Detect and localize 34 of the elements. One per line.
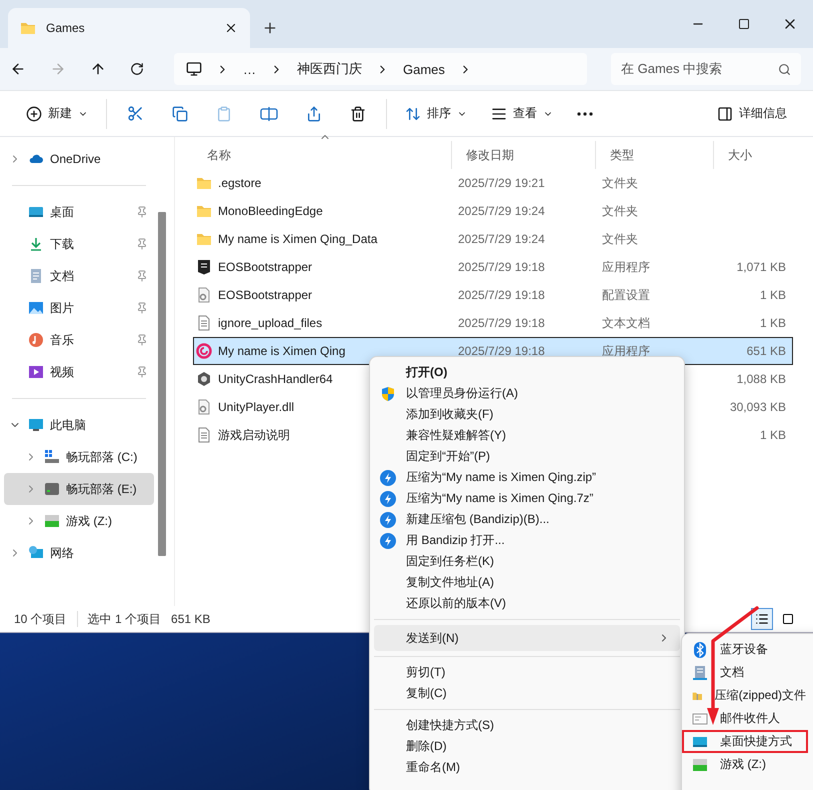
table-cell-text: 1 KB — [758, 288, 787, 302]
table-cell-text: 1 KB — [758, 428, 787, 442]
file-name: MonoBleedingEdge — [218, 204, 323, 218]
file-name: My name is Ximen Qing_Data — [218, 232, 378, 246]
table-cell-text: 文件夹 — [601, 174, 639, 192]
file-name: .egstore — [218, 176, 262, 190]
table-cell-text: 2025/7/29 19:18 — [457, 288, 546, 302]
table-cell-text: 2025/7/29 19:18 — [457, 316, 546, 330]
selection-count: 选中 1 个项目 — [88, 610, 162, 628]
file-name: UnityCrashHandler64 — [218, 372, 333, 386]
table-cell-text: 文件夹 — [601, 230, 639, 248]
table-cell-text: 文件夹 — [601, 202, 639, 220]
table-cell-text: 1 KB — [758, 316, 787, 330]
table-cell-text: 2025/7/29 19:18 — [457, 260, 546, 274]
file-name: ignore_upload_files — [218, 316, 322, 330]
file-name: My name is Ximen Qing — [218, 344, 346, 358]
table-cell-text: 文本文档 — [601, 314, 651, 332]
table-cell-text: 30,093 KB — [728, 400, 787, 414]
file-name: UnityPlayer.dll — [218, 400, 294, 414]
selection-size: 651 KB — [171, 612, 210, 626]
file-name: 游戏启动说明 — [218, 426, 290, 444]
table-cell-text: 2025/7/29 19:18 — [457, 344, 546, 358]
table-cell-text: 1,071 KB — [736, 260, 787, 274]
table-cell-text: 配置设置 — [601, 286, 651, 304]
table-cell-text: 应用程序 — [601, 258, 651, 276]
file-name: EOSBootstrapper — [218, 260, 312, 274]
table-cell-text: 2025/7/29 19:21 — [457, 176, 546, 190]
table-cell-text: 1,088 KB — [736, 372, 787, 386]
table-cell-text: 2025/7/29 19:24 — [457, 204, 546, 218]
table-cell-text: 应用程序 — [601, 342, 651, 360]
table-cell-text: 651 KB — [746, 344, 787, 358]
file-name: EOSBootstrapper — [218, 288, 312, 302]
table-cell-text: 2025/7/29 19:24 — [457, 232, 546, 246]
item-count: 10 个项目 — [14, 610, 67, 628]
